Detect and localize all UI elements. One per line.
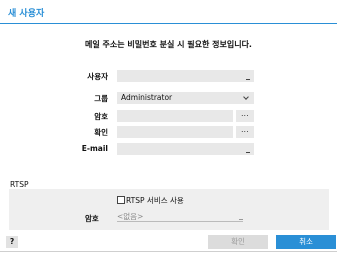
group-select[interactable]: Administrator: [117, 92, 254, 104]
rtsp-use-label[interactable]: RTSP 서비스 사용: [126, 195, 184, 206]
group-selected-value: Administrator: [121, 93, 173, 102]
password-row: 암호 ...: [0, 109, 337, 122]
bottom-divider: [0, 251, 337, 252]
rtsp-section-label: RTSP: [10, 180, 29, 189]
password-edit-button[interactable]: ...: [235, 109, 254, 122]
rtsp-password-input: <없음>: [117, 210, 243, 222]
group-label: 그룹: [94, 94, 108, 103]
new-user-dialog: 새 사용자 메일 주소는 비밀번호 분실 시 필요한 정보입니다. 사용자 그룹…: [0, 0, 337, 257]
ellipsis-icon: ...: [241, 125, 249, 134]
dialog-title: 새 사용자: [8, 9, 45, 19]
confirm-label: 확인: [94, 128, 108, 137]
title-divider: [0, 23, 337, 24]
keyboard-icon: [246, 152, 250, 153]
confirm-password-input[interactable]: [117, 126, 233, 138]
help-button[interactable]: ?: [6, 236, 18, 248]
confirm-row: 확인 ...: [0, 125, 337, 138]
group-row: 그룹 Administrator: [0, 92, 337, 104]
password-label: 암호: [94, 112, 108, 121]
dialog-titlebar: 새 사용자: [0, 0, 337, 22]
email-notice: 메일 주소는 비밀번호 분실 시 필요한 정보입니다.: [85, 40, 252, 49]
rtsp-password-label: 암호: [85, 214, 99, 223]
username-label: 사용자: [87, 72, 108, 81]
chevron-down-icon: [243, 94, 249, 100]
email-label: E-mail: [81, 144, 108, 153]
rtsp-field-underline: [117, 221, 243, 222]
keyboard-icon: [246, 79, 250, 80]
email-row: E-mail: [0, 143, 337, 155]
cancel-button[interactable]: 취소: [276, 235, 336, 249]
confirm-edit-button[interactable]: ...: [235, 125, 254, 138]
rtsp-use-checkbox[interactable]: [117, 196, 125, 204]
username-input[interactable]: [117, 70, 254, 82]
username-row: 사용자: [0, 70, 337, 82]
ok-button[interactable]: 확인: [208, 235, 268, 249]
keyboard-icon: [239, 219, 243, 220]
email-input[interactable]: [117, 143, 254, 155]
ellipsis-icon: ...: [241, 109, 249, 118]
password-input[interactable]: [117, 110, 233, 122]
